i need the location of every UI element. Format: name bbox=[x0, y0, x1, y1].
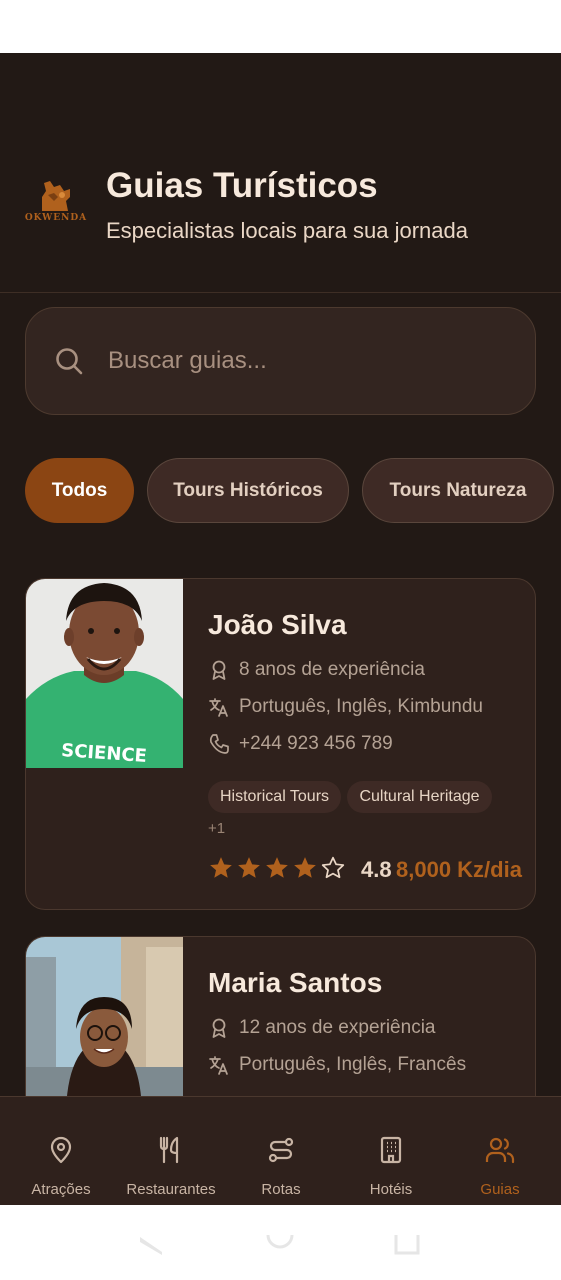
guide-name: João Silva bbox=[208, 609, 347, 640]
star-filled-icon bbox=[238, 857, 260, 878]
status-bar-area bbox=[0, 0, 561, 53]
languages-text: Português, Inglês, Kimbundu bbox=[239, 696, 483, 717]
price-per-day: 8,000 Kz/dia bbox=[396, 857, 522, 882]
guide-languages: Português, Inglês, Kimbundu bbox=[208, 696, 483, 718]
languages-text: Português, Inglês, Francês bbox=[239, 1054, 467, 1075]
bottom-navigation: Atrações Restaurantes Rotas Hotéis Guias bbox=[0, 1096, 561, 1205]
page-header: OKWENDA Guias Turísticos Especialistas l… bbox=[0, 53, 561, 293]
guide-card[interactable]: SCIENCE João Silva 8 anos de experiência… bbox=[25, 578, 536, 910]
users-icon bbox=[485, 1137, 515, 1164]
building-icon bbox=[380, 1136, 402, 1164]
page-title: Guias Turísticos bbox=[106, 166, 378, 205]
nav-label: Rotas bbox=[261, 1181, 301, 1198]
nav-label: Restaurantes bbox=[126, 1181, 216, 1198]
nav-item-hoteis[interactable]: Hotéis bbox=[335, 1097, 447, 1205]
guide-experience: 8 anos de experiência bbox=[208, 659, 425, 681]
utensils-icon bbox=[159, 1136, 179, 1164]
specialty-tag: Cultural Heritage bbox=[347, 781, 492, 813]
rating-value: 4.8 bbox=[361, 857, 392, 882]
star-filled-icon bbox=[266, 857, 288, 878]
phone-icon bbox=[209, 734, 229, 754]
guide-phone[interactable]: +244 923 456 789 bbox=[208, 733, 393, 755]
award-icon bbox=[212, 1018, 226, 1038]
translate-icon bbox=[209, 698, 228, 717]
experience-text: 12 anos de experiência bbox=[239, 1017, 436, 1038]
star-filled-icon bbox=[294, 857, 316, 878]
okwenda-logo: OKWENDA bbox=[24, 177, 88, 233]
nav-item-restaurantes[interactable]: Restaurantes bbox=[115, 1097, 227, 1205]
star-filled-icon bbox=[210, 857, 232, 878]
translate-icon bbox=[209, 1056, 228, 1075]
nav-label: Guias bbox=[480, 1181, 520, 1198]
phone-text: +244 923 456 789 bbox=[239, 733, 393, 754]
map-pin-icon bbox=[50, 1136, 72, 1164]
more-tags-count: +1 bbox=[208, 820, 226, 837]
award-icon bbox=[212, 660, 226, 680]
nav-label: Hotéis bbox=[369, 1181, 413, 1198]
star-rating bbox=[208, 855, 348, 881]
search-icon bbox=[56, 348, 83, 375]
route-icon bbox=[268, 1137, 294, 1163]
filter-chip-tours-natureza[interactable]: Tours Natureza bbox=[362, 458, 554, 523]
guide-experience: 12 anos de experiência bbox=[208, 1017, 435, 1039]
star-empty-icon bbox=[321, 856, 345, 879]
search-bar[interactable] bbox=[25, 307, 536, 415]
nav-label: Atrações bbox=[31, 1181, 91, 1198]
logo-text: OKWENDA bbox=[24, 213, 88, 223]
filter-chip-todos[interactable]: Todos bbox=[25, 458, 134, 523]
nav-item-guias[interactable]: Guias bbox=[444, 1097, 556, 1205]
app-screen: OKWENDA Guias Turísticos Especialistas l… bbox=[0, 53, 561, 1205]
search-input[interactable] bbox=[108, 338, 508, 384]
filter-chip-tours-historicos[interactable]: Tours Históricos bbox=[147, 458, 349, 523]
nav-item-atracoes[interactable]: Atrações bbox=[5, 1097, 117, 1205]
guide-name: Maria Santos bbox=[208, 967, 383, 998]
nav-item-rotas[interactable]: Rotas bbox=[225, 1097, 337, 1205]
system-navigation-bar bbox=[0, 1205, 561, 1280]
guide-languages: Português, Inglês, Francês bbox=[208, 1054, 466, 1076]
specialty-tag: Historical Tours bbox=[208, 781, 341, 813]
page-subtitle: Especialistas locais para sua jornada bbox=[106, 218, 468, 243]
experience-text: 8 anos de experiência bbox=[239, 659, 425, 680]
guide-photo: SCIENCE bbox=[26, 579, 183, 768]
